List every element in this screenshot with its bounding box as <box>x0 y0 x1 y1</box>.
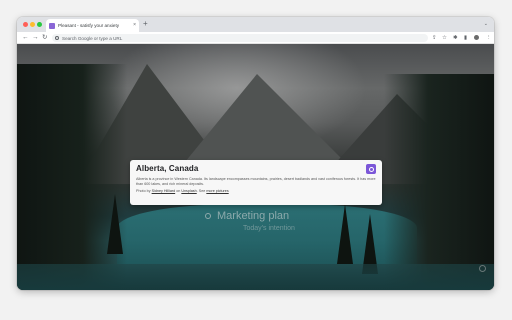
focus-circle-icon <box>205 213 211 219</box>
extensions-icon[interactable]: ✱ <box>453 34 458 42</box>
tab-close-icon[interactable]: × <box>133 23 136 28</box>
pleasant-favicon-icon <box>49 22 55 29</box>
more-pictures-link[interactable]: more pictures <box>206 189 228 193</box>
new-tab-button[interactable]: + <box>143 20 148 28</box>
browser-window: Pleasant - satisfy your anxiety × + ⌄ ← … <box>17 17 494 290</box>
address-bar[interactable]: Search Google or type a URL <box>52 34 428 42</box>
background-tree <box>337 204 353 264</box>
minimize-window-button[interactable] <box>30 22 35 27</box>
card-title: Alberta, Canada <box>136 164 199 173</box>
tab-strip: Pleasant - satisfy your anxiety × + ⌄ <box>17 17 494 32</box>
settings-circle-icon[interactable] <box>479 265 486 272</box>
close-window-button[interactable] <box>23 22 28 27</box>
side-panel-icon[interactable]: ▮ <box>464 34 467 42</box>
tab-title: Pleasant - satisfy your anxiety <box>58 23 120 28</box>
tab-pleasant[interactable]: Pleasant - satisfy your anxiety × <box>46 19 139 32</box>
browser-toolbar: ← → ↻ Search Google or type a URL ⇪ ☆ ✱ … <box>17 32 494 44</box>
background-tree <box>107 194 123 254</box>
photo-credit: Photo by Sidney Hilliard on Unsplash. Se… <box>136 189 376 193</box>
maximize-window-button[interactable] <box>37 22 42 27</box>
pleasant-logo-icon[interactable] <box>366 164 376 174</box>
back-button[interactable]: ← <box>22 34 29 42</box>
background-forest-right <box>384 74 494 290</box>
credit-prefix: Photo by <box>136 189 152 193</box>
new-tab-page: Marketing plan Today's intention Alberta… <box>17 44 494 290</box>
address-bar-placeholder: Search Google or type a URL <box>62 35 123 41</box>
focus-subtitle: Today's intention <box>243 225 295 232</box>
photographer-link[interactable]: Sidney Hilliard <box>152 189 176 193</box>
browser-menu-icon[interactable]: ⋮ <box>486 34 492 42</box>
background-shore <box>17 264 494 290</box>
source-link[interactable]: Unsplash <box>181 189 196 193</box>
google-icon <box>55 36 59 40</box>
location-info-card: Alberta, Canada Alberta is a province in… <box>130 160 382 205</box>
forward-button[interactable]: → <box>32 34 39 42</box>
reload-button[interactable]: ↻ <box>42 34 47 42</box>
share-icon[interactable]: ⇪ <box>432 34 437 42</box>
focus-intention[interactable]: Marketing plan <box>205 210 289 222</box>
bookmark-star-icon[interactable]: ☆ <box>442 34 447 42</box>
background-forest-left <box>17 64 127 290</box>
profile-avatar[interactable] <box>474 35 479 40</box>
credit-separator: . See <box>196 189 207 193</box>
card-description: Alberta is a province in Western Canada.… <box>136 177 376 186</box>
tab-search-chevron-icon[interactable]: ⌄ <box>484 21 488 27</box>
focus-title: Marketing plan <box>217 210 290 222</box>
